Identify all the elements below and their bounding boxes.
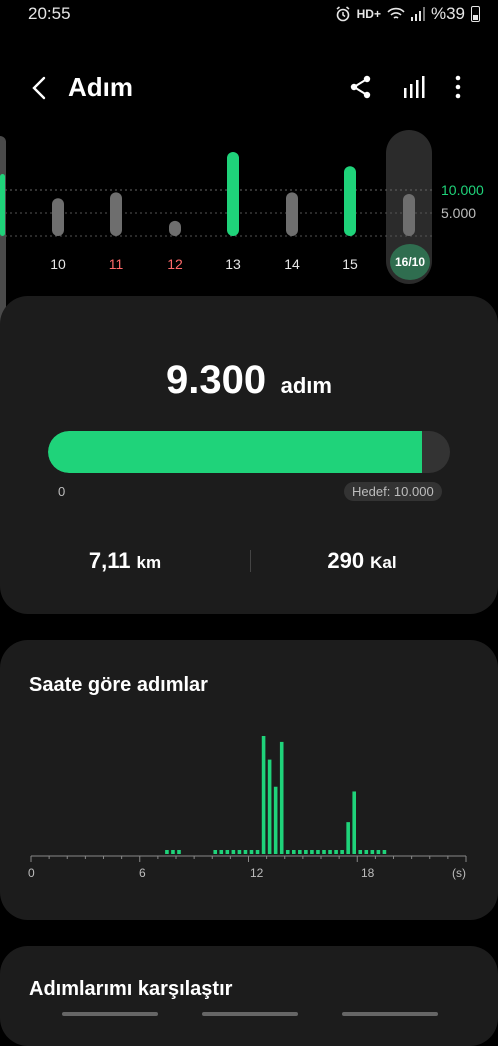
day-label-15[interactable]: 15 <box>330 256 370 272</box>
hourly-bar <box>267 759 272 854</box>
compare-title: Adımlarımı karşılaştır <box>29 978 233 1000</box>
hourly-bar <box>358 850 363 854</box>
goal-progress-bar <box>48 431 450 473</box>
day-bar-14[interactable] <box>286 192 298 236</box>
nav-recents[interactable] <box>62 1012 158 1016</box>
hourly-bar <box>376 850 381 854</box>
hourly-bar <box>352 791 357 854</box>
share-icon <box>350 75 371 99</box>
hourly-bar <box>255 850 260 854</box>
steps-total: 9.300 adım <box>0 358 498 403</box>
network-label: HD+ <box>356 7 381 21</box>
hourly-bar <box>285 850 290 854</box>
steps-unit: adım <box>280 373 332 398</box>
hourly-bar <box>370 850 375 854</box>
hourly-bar <box>231 850 236 854</box>
distance-unit: km <box>136 553 162 572</box>
axis-label-12: 12 <box>250 866 264 880</box>
distance-stat: 7,11 km <box>0 548 250 574</box>
hourly-bar <box>279 741 284 854</box>
day-label-14[interactable]: 14 <box>272 256 312 272</box>
steps-value: 9.300 <box>166 358 267 402</box>
day-bar-15[interactable] <box>344 166 356 236</box>
axis-label-6: 6 <box>139 866 146 880</box>
hourly-bar <box>382 850 387 854</box>
alarm-icon <box>336 6 350 22</box>
goal-progress-fill <box>48 431 422 473</box>
wifi-icon <box>387 7 405 19</box>
hourly-bar <box>340 850 344 854</box>
battery-icon <box>471 6 480 22</box>
hourly-bar <box>261 736 266 854</box>
hourly-bar <box>298 850 302 854</box>
goal-target-label: Hedef: 10.000 <box>344 482 442 501</box>
share-button[interactable] <box>348 74 376 102</box>
back-button[interactable] <box>26 72 54 104</box>
back-icon <box>32 76 46 100</box>
day-bar-10[interactable] <box>52 198 64 236</box>
hourly-bar <box>346 822 350 854</box>
more-options-button[interactable] <box>446 74 474 102</box>
hourly-bar <box>316 850 320 854</box>
trends-button[interactable] <box>402 74 430 102</box>
hourly-bar <box>322 850 326 854</box>
hourly-bar <box>165 850 169 854</box>
previous-day-bar <box>0 174 5 236</box>
hourly-bar <box>243 850 248 854</box>
hourly-steps-title: Saate göre adımlar <box>29 674 208 696</box>
distance-value: 7,11 <box>88 548 131 573</box>
hourly-bar <box>328 850 332 854</box>
status-icons: HD+ %39 <box>335 4 480 24</box>
nav-back[interactable] <box>342 1012 438 1016</box>
more-icon <box>455 75 461 99</box>
hourly-bar <box>237 850 242 854</box>
calories-stat: 290 Kal <box>250 548 474 574</box>
mid-line-label: 5.000 <box>441 205 477 221</box>
hourly-bar <box>219 850 224 854</box>
day-label-11[interactable]: 11 <box>96 256 136 272</box>
hourly-bar <box>225 850 230 854</box>
day-bar-16/10[interactable] <box>403 194 415 236</box>
battery-percent: %39 <box>430 4 465 23</box>
hourly-bar <box>304 850 308 854</box>
hourly-bar <box>310 850 314 854</box>
hourly-bar <box>291 850 296 854</box>
hourly-bar <box>177 850 181 854</box>
hourly-bar <box>364 850 369 854</box>
bar-chart-icon <box>404 76 425 98</box>
day-bar-12[interactable] <box>169 220 181 236</box>
nav-home[interactable] <box>202 1012 298 1016</box>
signal-icon <box>410 7 425 21</box>
hourly-bar <box>273 786 278 854</box>
day-label-12[interactable]: 12 <box>155 256 195 272</box>
day-label-13[interactable]: 13 <box>213 256 253 272</box>
page-title: Adım <box>68 72 133 102</box>
hourly-chart <box>30 736 467 862</box>
hourly-bar <box>249 850 254 854</box>
selected-date-badge[interactable]: 16/10 <box>390 244 430 280</box>
calories-value: 290 <box>327 548 365 573</box>
hourly-bar <box>213 850 218 854</box>
axis-label-18: 18 <box>361 866 375 880</box>
progress-zero-label: 0 <box>58 484 66 499</box>
status-time: 20:55 <box>28 4 71 23</box>
day-bar-11[interactable] <box>110 192 122 236</box>
calories-unit: Kal <box>370 553 397 572</box>
day-label-10[interactable]: 10 <box>38 256 78 272</box>
hourly-bar <box>334 850 338 854</box>
goal-line-label: 10.000 <box>441 182 484 198</box>
axis-label-0: 0 <box>28 866 35 880</box>
day-bar-13[interactable] <box>227 152 239 236</box>
hourly-bar <box>171 850 175 854</box>
axis-label-unit: (s) <box>452 866 466 880</box>
